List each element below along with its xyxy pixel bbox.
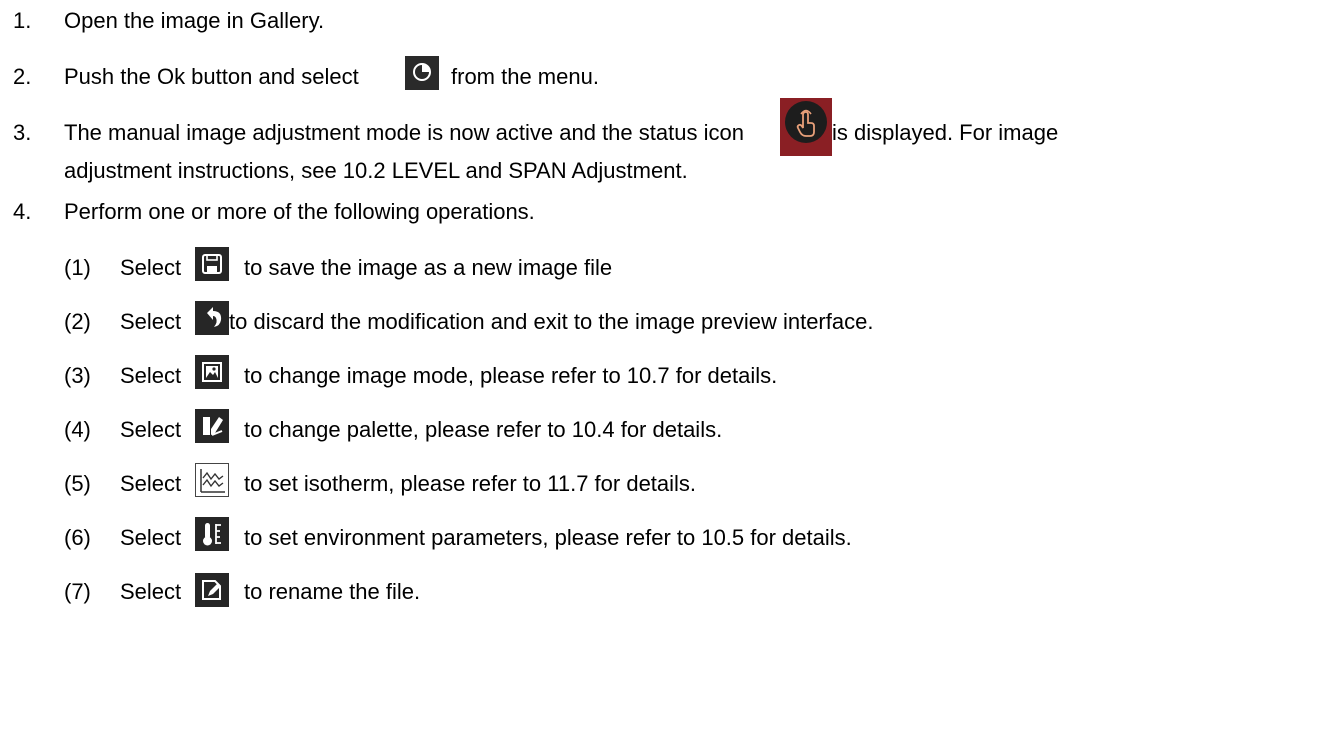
operation-1: (1) Select to save the image as a new im…: [0, 247, 1321, 283]
operation-5: (5) Select to set isotherm, please refer…: [0, 463, 1321, 499]
palette-ring-icon: [405, 56, 439, 90]
operation-number: (4): [64, 417, 91, 442]
image-mode-icon: [195, 355, 229, 389]
step-text-before: Push the Ok button and select: [64, 64, 359, 89]
operation-number: (2): [64, 309, 91, 334]
operation-select: Select: [120, 309, 182, 334]
operation-2: (2) Select to discard the modification a…: [0, 301, 1321, 337]
operation-text: to set environment parameters, please re…: [244, 525, 852, 550]
operation-text: to discard the modification and exit to …: [229, 309, 874, 334]
operation-select: Select: [120, 579, 182, 604]
save-icon: [195, 247, 229, 281]
thermometer-icon: [195, 517, 229, 551]
step-2: 2. Push the Ok button and select from th…: [0, 56, 1321, 92]
step-text: Open the image in Gallery.: [64, 8, 325, 33]
palette-icon: [195, 409, 229, 443]
operation-text: to change image mode, please refer to 10…: [244, 363, 778, 388]
step-text: Perform one or more of the following ope…: [64, 199, 535, 224]
operation-number: (3): [64, 363, 91, 388]
step-number: 3.: [13, 120, 32, 145]
operation-text: to change palette, please refer to 10.4 …: [244, 417, 723, 442]
step-number: 2.: [13, 64, 32, 89]
back-arrow-icon: [195, 301, 229, 335]
operation-select: Select: [120, 363, 182, 388]
operation-number: (1): [64, 255, 91, 280]
operation-select: Select: [120, 417, 182, 442]
operation-number: (6): [64, 525, 91, 550]
isotherm-icon: [195, 463, 229, 497]
operation-text: to set isotherm, please refer to 11.7 fo…: [244, 471, 697, 496]
operation-3: (3) Select to change image mode, please …: [0, 355, 1321, 391]
operation-text: to rename the file.: [244, 579, 421, 604]
step-text-after: is displayed. For image: [832, 120, 1059, 145]
operation-text: to save the image as a new image file: [244, 255, 613, 280]
operation-select: Select: [120, 525, 182, 550]
step-3: 3. The manual image adjustment mode is n…: [0, 98, 1321, 156]
step-text-after: from the menu.: [451, 64, 599, 89]
step-text-before: The manual image adjustment mode is now …: [64, 120, 744, 145]
operation-select: Select: [120, 471, 182, 496]
operation-7: (7) Select to rename the file.: [0, 573, 1321, 607]
touch-hand-status-icon: [780, 98, 832, 156]
operation-4: (4) Select to change palette, please ref…: [0, 409, 1321, 445]
operation-number: (5): [64, 471, 91, 496]
step-number: 4.: [13, 199, 32, 224]
rename-icon: [195, 573, 229, 607]
operation-6: (6) Select to set environment parameters…: [0, 517, 1321, 553]
operation-select: Select: [120, 255, 182, 280]
operation-number: (7): [64, 579, 91, 604]
step-text-continuation: adjustment instructions, see 10.2 LEVEL …: [64, 158, 688, 183]
step-number: 1.: [13, 8, 32, 33]
